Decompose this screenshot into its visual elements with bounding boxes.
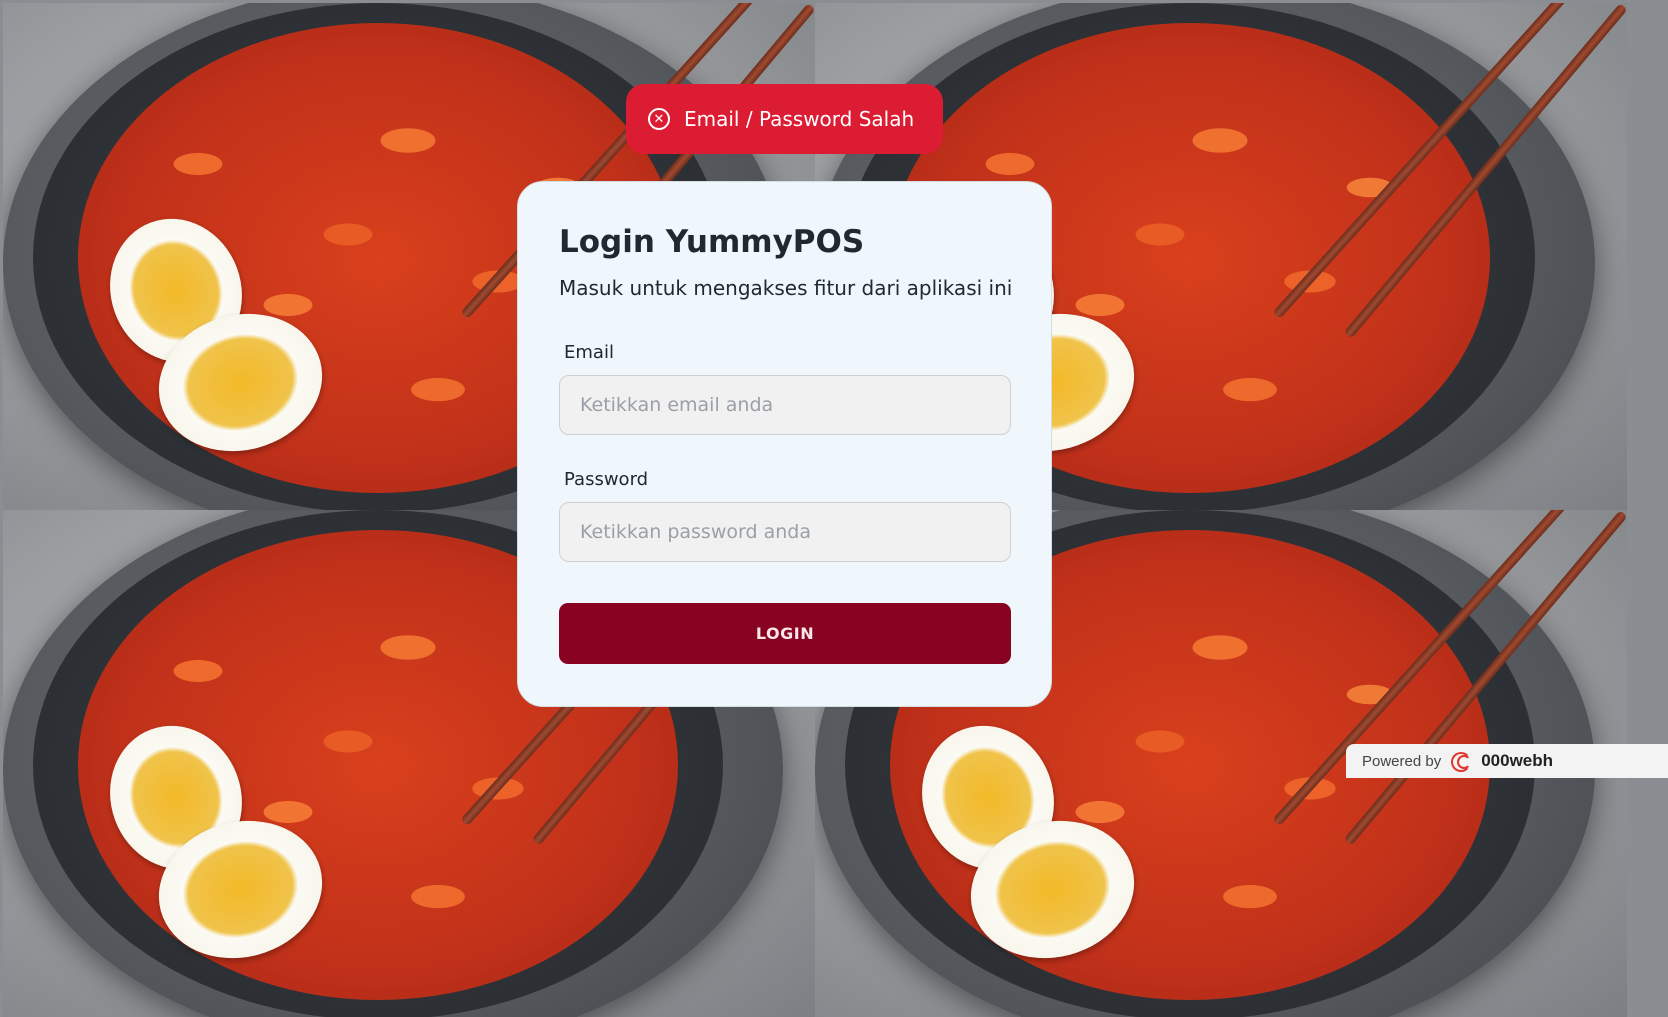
powered-by-badge[interactable]: Powered by 000webh (1346, 744, 1668, 778)
email-label: Email (564, 342, 614, 363)
login-card: Login YummyPOS Masuk untuk mengakses fit… (517, 181, 1052, 707)
close-circle-icon: ✕ (648, 108, 670, 130)
password-label: Password (564, 469, 649, 490)
login-subtitle: Masuk untuk mengakses fitur dari aplikas… (559, 276, 1013, 300)
webhost-logo-icon (1451, 750, 1477, 772)
password-input[interactable] (559, 502, 1011, 562)
error-toast[interactable]: ✕ Email / Password Salah (626, 84, 943, 154)
powered-by-text: Powered by (1362, 752, 1442, 770)
login-button[interactable]: LOGIN (559, 603, 1011, 664)
powered-by-brand: 000webh (1481, 751, 1554, 770)
error-message: Email / Password Salah (684, 107, 915, 131)
login-title: Login YummyPOS (559, 224, 865, 260)
email-input[interactable] (559, 375, 1011, 435)
